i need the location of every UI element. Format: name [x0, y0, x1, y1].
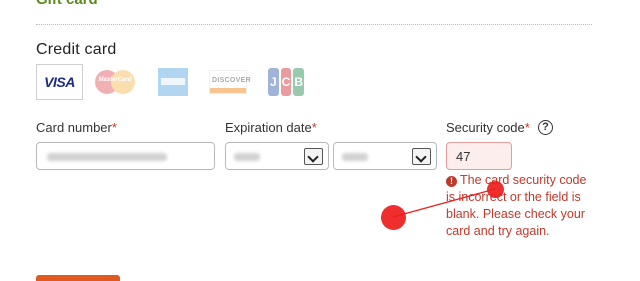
annotation-marker-large [381, 205, 406, 230]
annotation-marker-small [487, 181, 504, 198]
submit-button[interactable] [36, 275, 120, 281]
annotation-connector-line [392, 188, 496, 218]
